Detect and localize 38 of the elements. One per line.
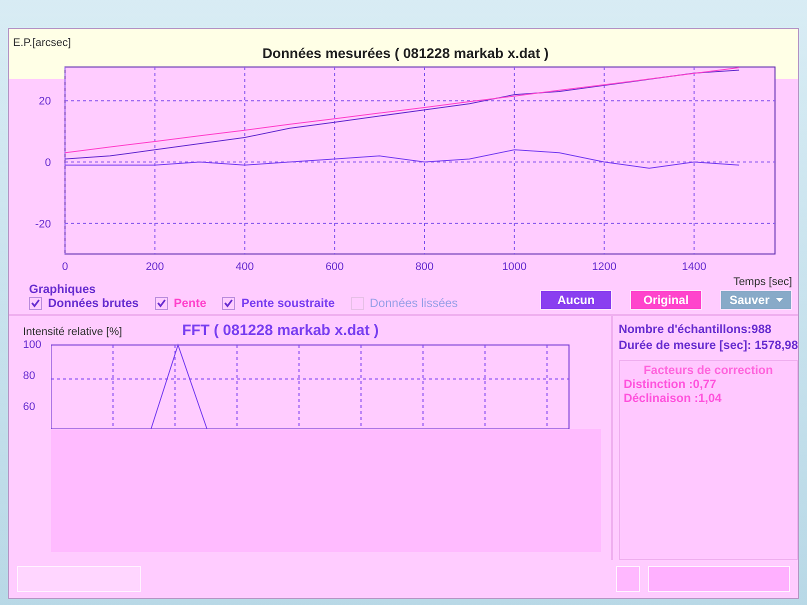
dropdown-button[interactable]: Sauver [720,290,792,310]
button[interactable] [616,566,640,592]
checkbox[interactable]: Données brutes [29,296,139,310]
check-icon [31,298,40,308]
dropdown[interactable] [17,566,141,592]
button[interactable]: Original [630,290,702,310]
chart-title: FFT ( 081228 markab x.dat ) [182,322,379,339]
button[interactable]: Aucun [540,290,612,310]
y-axis-label: E.P.[arcsec] [13,37,71,49]
chart-title: Données mesurées ( 081228 markab x.dat ) [261,45,550,61]
caret-icon [776,298,783,302]
x-tick-label: 600 [325,261,344,273]
x-tick-label: 1000 [502,261,527,273]
x-tick-label: 0 [62,261,68,273]
check-icon [224,298,234,308]
group-title: Facteurs de correction [642,363,774,377]
y-tick-label: 100 [23,339,42,351]
info-text: Distinction :0,77 [624,377,718,391]
x-tick-label: 1200 [592,261,616,273]
y-tick-label: 20 [38,96,51,108]
y-axis-label: Intensité relative [%] [23,326,122,338]
x-tick-label: 1400 [682,261,706,273]
checkbox[interactable]: Pente [154,296,206,310]
check-icon [156,298,166,308]
group-label: Graphiques [29,282,97,296]
info-text: Nombre d'échantillons:988 [618,322,772,336]
button[interactable] [648,566,790,592]
info-text: Durée de mesure [sec]: 1578,98 [618,338,798,352]
x-axis-label: Temps [sec] [733,276,792,288]
info-text: Déclinaison :1,04 [624,391,723,405]
checkbox[interactable]: Pente soustraite [222,296,335,310]
x-tick-label: 200 [146,261,164,273]
x-tick-label: 400 [236,261,254,273]
y-tick-label: -20 [35,218,51,230]
x-tick-label: 800 [415,261,434,273]
y-tick-label: 60 [23,401,36,413]
y-tick-label: 0 [44,157,51,170]
y-tick-label: 80 [23,370,36,382]
